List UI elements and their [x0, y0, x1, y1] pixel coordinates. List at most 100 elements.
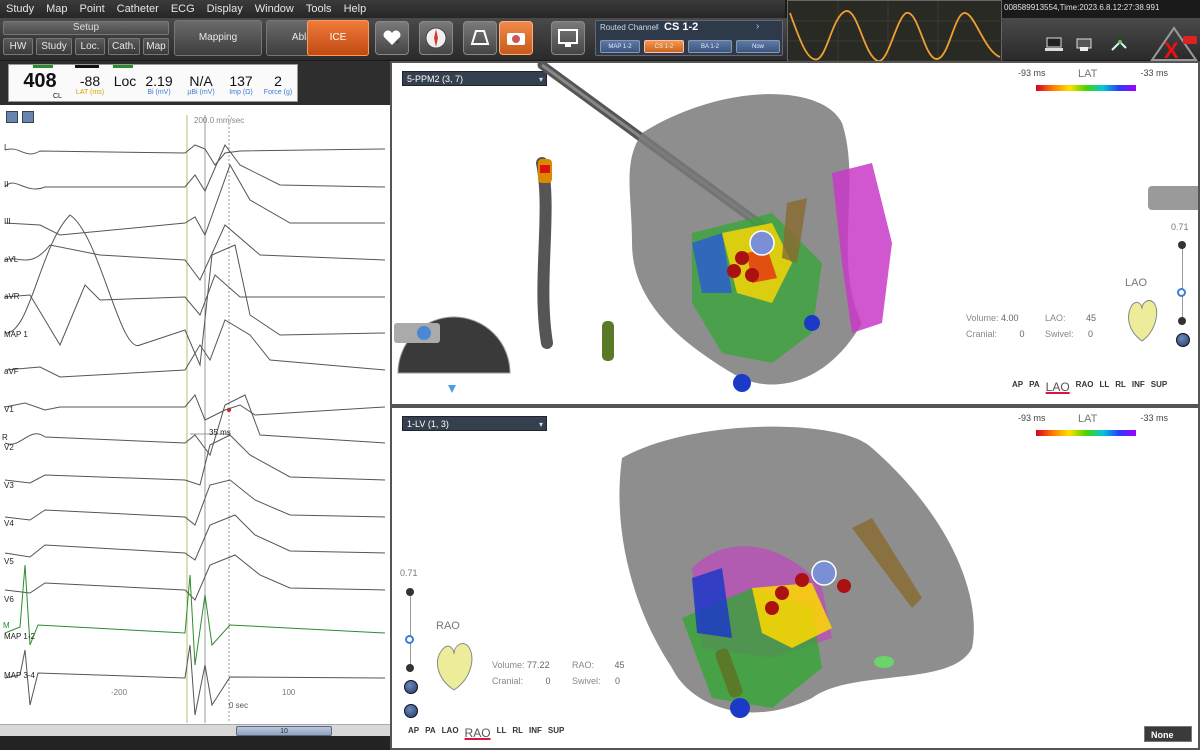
menu-help[interactable]: Help — [338, 3, 373, 15]
view-buttons-top: AP PA LAO RAO LL RL INF SUP — [1012, 380, 1167, 394]
none-dropdown[interactable]: None — [1144, 726, 1192, 742]
map-pane-top[interactable]: 5-PPM2 (3, 7) ▾ -93 ms LAT -33 ms Volume… — [390, 61, 1200, 406]
status-text: 008589913554,Time:2023.6.8.12:27:38.991 — [1004, 3, 1160, 12]
chevron-right-icon[interactable]: › — [756, 21, 759, 32]
routed-channel-title: Routed Channel — [600, 23, 658, 32]
zoom-slider-max-bottom[interactable] — [406, 588, 414, 596]
volume-value-top: 4.00 — [1001, 313, 1019, 323]
gear-icon[interactable] — [417, 326, 431, 340]
view-lao-top[interactable]: LAO — [1046, 380, 1070, 394]
setup-group: Setup HW Study Loc. Cath. Map — [3, 21, 169, 57]
zoom-slider-thumb-bottom[interactable] — [405, 635, 414, 644]
main-toolbar: Setup HW Study Loc. Cath. Map Mapping Ab… — [0, 18, 1200, 62]
zoom-slider-bottom[interactable] — [404, 588, 418, 672]
view-buttons-bottom: AP PA LAO RAO LL RL INF SUP — [408, 726, 564, 740]
stat-ubi: N/A µBi (mV) — [179, 67, 223, 96]
volume-info-top: Volume: 4.00 — [966, 313, 1019, 323]
chevron-left-icon[interactable]: ‹ — [656, 21, 659, 32]
view-rl-bottom[interactable]: RL — [512, 726, 523, 740]
zoom-slider-top[interactable] — [1176, 241, 1190, 325]
reset-view-button-top[interactable] — [1176, 333, 1190, 347]
stat-lat: -88 LAT (ms) — [67, 67, 113, 96]
display-button[interactable] — [551, 21, 585, 55]
swivel-info-top: Swivel: 0 — [1045, 329, 1093, 339]
menu-catheter[interactable]: Catheter — [111, 3, 165, 15]
heart-add-button[interactable]: + — [375, 21, 409, 55]
view-ll-top[interactable]: LL — [1099, 380, 1109, 394]
view-inf-top[interactable]: INF — [1132, 380, 1145, 394]
zoom-slider-min-bottom[interactable] — [406, 664, 414, 672]
loc-button[interactable]: Loc. — [75, 38, 105, 55]
mapping-button[interactable]: Mapping — [174, 20, 262, 56]
laptop-icon — [1045, 37, 1063, 51]
printer-icon — [1076, 38, 1092, 51]
view-ll-bottom[interactable]: LL — [497, 726, 507, 740]
rotate-button-bottom[interactable] — [404, 704, 418, 718]
zoom-value-top: 0.71 — [1171, 222, 1189, 232]
interval-label: 35 ms — [209, 428, 231, 437]
view-pa-top[interactable]: PA — [1029, 380, 1040, 394]
cl-label: CL — [53, 93, 62, 100]
view-rao-top[interactable]: RAO — [1076, 380, 1094, 394]
volume-label-top: Volume: — [966, 313, 999, 323]
routed-channel-panel: Routed Channel ‹ CS 1-2 › MAP 1-2 CS 1-2… — [595, 20, 783, 56]
compass-button[interactable] — [419, 21, 453, 55]
camera-tab-top[interactable] — [1148, 186, 1198, 210]
ecg-scrollbar[interactable]: 10 — [0, 724, 390, 736]
view-sup-bottom[interactable]: SUP — [548, 726, 564, 740]
swivel-label-bottom: Swivel: — [572, 676, 601, 686]
channel-label-v4: V4 — [4, 519, 14, 528]
view-inf-bottom[interactable]: INF — [529, 726, 542, 740]
anatomy-3d-bottom[interactable] — [392, 408, 1200, 750]
view-rl-top[interactable]: RL — [1115, 380, 1126, 394]
heart-orientation-icon — [1128, 300, 1158, 342]
channel-label-avl: aVL — [4, 255, 19, 264]
camera-button[interactable] — [499, 21, 533, 55]
study-button[interactable]: Study — [36, 38, 72, 55]
cranial-info-bottom: Cranial: 0 — [492, 676, 551, 686]
view-sup-top[interactable]: SUP — [1151, 380, 1167, 394]
orientation-label-top: LAO — [1125, 277, 1148, 289]
channel-label-iii: III — [4, 217, 11, 226]
view-rao-bottom[interactable]: RAO — [465, 726, 491, 740]
routed-chip-cs12[interactable]: CS 1-2 — [644, 40, 684, 53]
swivel-info-bottom: Swivel: 0 — [572, 676, 620, 686]
routed-chip-ba12[interactable]: BA 1-2 — [688, 40, 732, 53]
channel-label-v5: V5 — [4, 557, 14, 566]
view-ap-top[interactable]: AP — [1012, 380, 1023, 394]
menu-ecg[interactable]: ECG — [165, 3, 201, 15]
reset-view-button-bottom[interactable] — [404, 680, 418, 694]
ecg-scroll-thumb[interactable]: 10 — [236, 726, 332, 736]
zoom-slider-min-top[interactable] — [1178, 317, 1186, 325]
anatomy-3d-top[interactable] — [392, 63, 1200, 406]
hw-button[interactable]: HW — [3, 38, 33, 55]
projection-info-bottom: RAO: 45 — [572, 660, 625, 670]
map-pane-bottom[interactable]: 1-LV (1, 3) ▾ -93 ms LAT -33 ms 0.71 RAO — [390, 406, 1200, 750]
warning-x-icon[interactable]: X — [1150, 26, 1198, 62]
cranial-value-bottom: 0 — [545, 676, 551, 686]
stat-force: 2 Force (g) — [259, 67, 297, 96]
ecg-panel[interactable]: 200.0 mm/sec I II III aVL aVR MAP 1 aVF … — [0, 105, 390, 735]
menu-map[interactable]: Map — [40, 3, 73, 15]
lat-value: -88 — [79, 73, 101, 89]
zoom-slider-max-top[interactable] — [1178, 241, 1186, 249]
pedal-icon — [1111, 40, 1127, 51]
routed-chip-map12[interactable]: MAP 1-2 — [600, 40, 640, 53]
setup-button[interactable]: Setup — [3, 21, 169, 35]
menu-point[interactable]: Point — [74, 3, 111, 15]
ice-button[interactable]: ICE — [307, 20, 369, 56]
menu-tools[interactable]: Tools — [300, 3, 338, 15]
cath-button[interactable]: Cath. — [108, 38, 140, 55]
side-mark-m: M — [3, 621, 10, 630]
menu-display[interactable]: Display — [201, 3, 249, 15]
view-pa-bottom[interactable]: PA — [425, 726, 436, 740]
routed-chip-now[interactable]: Now — [736, 40, 780, 53]
view-ap-bottom[interactable]: AP — [408, 726, 419, 740]
zoom-slider-thumb-top[interactable] — [1177, 288, 1186, 297]
view-lao-bottom[interactable]: LAO — [442, 726, 459, 740]
menu-window[interactable]: Window — [249, 3, 300, 15]
menu-study[interactable]: Study — [0, 3, 40, 15]
force-label: Force (g) — [263, 89, 293, 96]
anatomy-button[interactable] — [463, 21, 497, 55]
map-button[interactable]: Map — [143, 38, 169, 55]
